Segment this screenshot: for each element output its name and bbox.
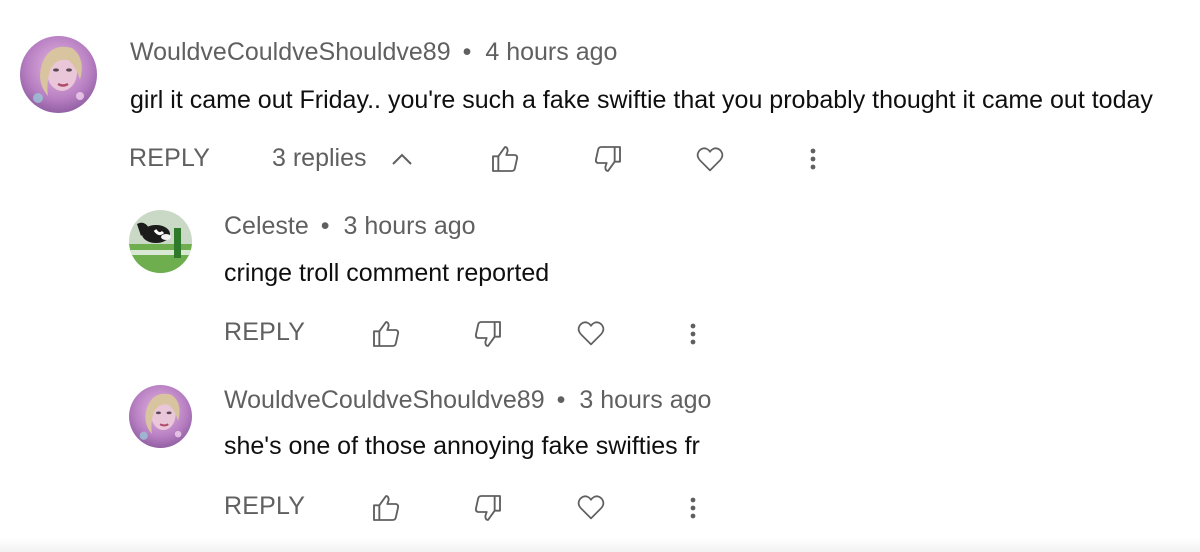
avatar[interactable]: [129, 210, 192, 273]
comment-actions: REPLY 3 replies: [0, 138, 1200, 178]
reply-comment: Celeste • 3 hours ago cringe troll comment…: [0, 200, 1200, 370]
timestamp[interactable]: 3 hours ago: [344, 212, 476, 240]
heart-icon[interactable]: [575, 491, 607, 523]
heart-icon[interactable]: [575, 317, 607, 349]
comment-thread: WouldveCouldveShouldve89 • 4 hours ago gir…: [0, 0, 1200, 200]
separator-dot: •: [462, 38, 472, 66]
more-vertical-icon[interactable]: [677, 318, 709, 350]
separator-dot: •: [320, 212, 330, 240]
thumbs-down-icon[interactable]: [472, 492, 504, 524]
avatar[interactable]: [129, 385, 192, 448]
author-name[interactable]: Celeste: [224, 212, 309, 240]
more-vertical-icon[interactable]: [797, 143, 829, 175]
chevron-up-icon: [392, 153, 413, 166]
comment-actions: REPLY: [0, 486, 1200, 526]
view-replies-button[interactable]: 3 replies: [272, 138, 413, 178]
thumbs-down-icon[interactable]: [472, 318, 504, 350]
thumbs-up-icon[interactable]: [370, 318, 402, 350]
comment-text: girl it came out Friday.. you're such a …: [130, 86, 1153, 114]
separator-dot: •: [556, 386, 566, 414]
timestamp[interactable]: 4 hours ago: [485, 38, 617, 66]
bottom-edge: [0, 538, 1200, 552]
avatar[interactable]: [20, 36, 97, 113]
heart-icon[interactable]: [694, 143, 726, 175]
thumbs-up-icon[interactable]: [370, 492, 402, 524]
replies-count: 3 replies: [272, 144, 367, 172]
comment-meta: Celeste • 3 hours ago: [224, 211, 476, 241]
reply-comment: WouldveCouldveShouldve89 • 3 hours ago she…: [0, 370, 1200, 540]
comment-meta: WouldveCouldveShouldve89 • 4 hours ago: [130, 37, 617, 67]
reply-button[interactable]: REPLY: [224, 312, 305, 352]
thumbs-down-icon[interactable]: [592, 143, 624, 175]
thumbs-up-icon[interactable]: [489, 143, 521, 175]
comment-meta: WouldveCouldveShouldve89 • 3 hours ago: [224, 385, 711, 415]
comment-text: cringe troll comment reported: [224, 259, 550, 287]
author-name[interactable]: WouldveCouldveShouldve89: [130, 38, 451, 66]
comment-actions: REPLY: [0, 312, 1200, 352]
timestamp[interactable]: 3 hours ago: [579, 386, 711, 414]
comment-text: she's one of those annoying fake swiftie…: [224, 432, 700, 460]
more-vertical-icon[interactable]: [677, 492, 709, 524]
reply-button[interactable]: REPLY: [129, 138, 210, 178]
reply-button[interactable]: REPLY: [224, 486, 305, 526]
author-name[interactable]: WouldveCouldveShouldve89: [224, 386, 545, 414]
